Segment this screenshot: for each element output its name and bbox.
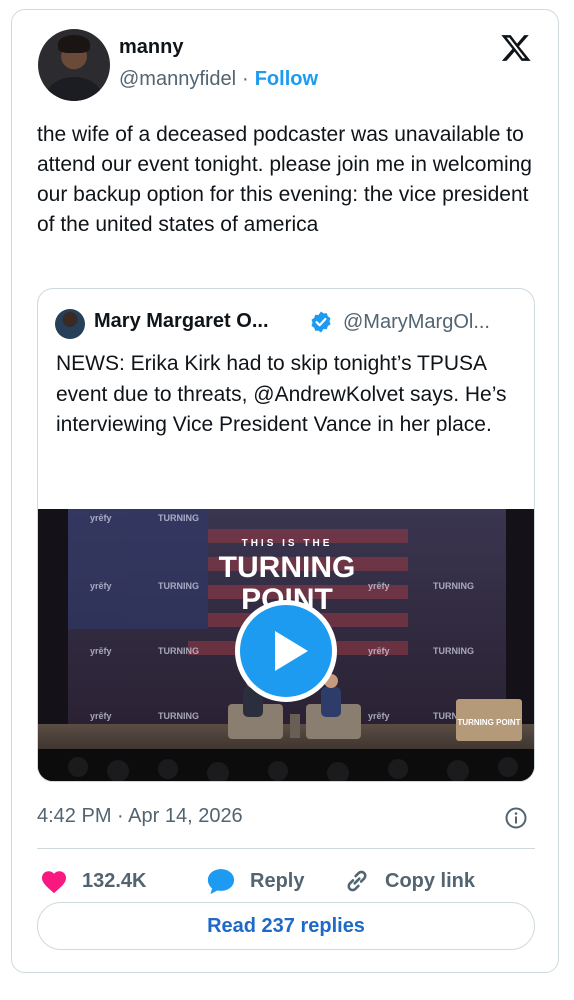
verified-badge-icon	[311, 311, 331, 333]
svg-text:yrēfy: yrēfy	[90, 646, 112, 656]
tweet-card: manny @mannyfidel · Follow the wife of a d…	[11, 9, 559, 973]
timestamp[interactable]: 4:42 PM · Apr 14, 2026	[37, 805, 243, 828]
svg-text:TURNING: TURNING	[433, 581, 474, 591]
x-logo-icon[interactable]	[500, 32, 532, 64]
svg-text:TURNING: TURNING	[433, 646, 474, 656]
heart-icon	[41, 871, 67, 894]
reply-label: Reply	[250, 869, 305, 892]
author-handle-row: @mannyfidel · Follow	[119, 68, 318, 91]
like-button[interactable]: 132.4K	[40, 865, 147, 897]
svg-text:TURNING: TURNING	[158, 513, 199, 523]
author-name[interactable]: manny	[119, 36, 183, 59]
read-replies-button[interactable]: Read 237 replies	[37, 902, 535, 950]
link-icon	[347, 870, 367, 892]
svg-text:yrēfy: yrēfy	[90, 581, 112, 591]
quoted-author-handle[interactable]: @MaryMargOl...	[343, 311, 490, 334]
play-button[interactable]	[235, 600, 337, 702]
svg-text:TURNING: TURNING	[158, 581, 199, 591]
author-avatar[interactable]	[38, 29, 110, 101]
separator: ·	[242, 68, 249, 90]
follow-button[interactable]: Follow	[255, 68, 318, 90]
svg-text:TURNING: TURNING	[158, 711, 199, 721]
author-handle[interactable]: @mannyfidel	[119, 68, 236, 90]
svg-text:yrēfy: yrēfy	[90, 513, 112, 523]
svg-text:yrēfy: yrēfy	[90, 711, 112, 721]
svg-text:yrēfy: yrēfy	[368, 581, 390, 591]
like-count: 132.4K	[82, 869, 147, 892]
reply-button[interactable]: Reply	[206, 865, 304, 897]
quoted-author-avatar[interactable]	[55, 309, 85, 339]
svg-text:yrēfy: yrēfy	[368, 711, 390, 721]
video-thumbnail[interactable]: yrēfy TURNING yrēfy TURNING yrēfy TURNING y…	[38, 509, 534, 781]
copy-link-label: Copy link	[385, 869, 476, 892]
quoted-author-name[interactable]: Mary Margaret O...	[94, 310, 269, 333]
divider	[37, 848, 535, 849]
banner-main-text: TURNING	[219, 551, 356, 584]
info-icon[interactable]	[504, 806, 528, 830]
tweet-text: the wife of a deceased podcaster was una…	[37, 123, 532, 236]
quoted-tweet[interactable]: Mary Margaret O... @MaryMargOl... NEWS: …	[37, 288, 535, 782]
svg-text:TURNING: TURNING	[158, 646, 199, 656]
copy-link-button[interactable]: Copy link	[343, 865, 475, 897]
reply-bubble-icon	[207, 869, 235, 895]
banner-top-text: THIS IS THE	[242, 538, 333, 549]
quoted-tweet-text: NEWS: Erika Kirk had to skip tonight’s T…	[56, 352, 507, 436]
svg-text:yrēfy: yrēfy	[368, 646, 390, 656]
play-icon	[275, 631, 308, 671]
corner-sign-text: TURNING POINT	[457, 718, 520, 727]
